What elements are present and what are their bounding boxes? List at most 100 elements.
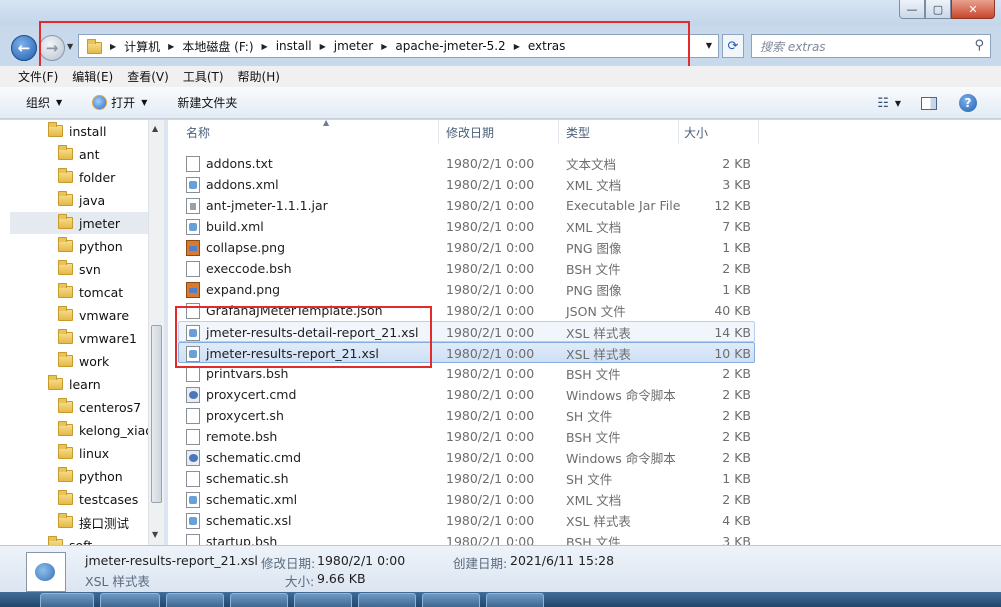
- file-row-selected[interactable]: jmeter-results-report_21.xsl 1980/2/1 0:…: [178, 342, 755, 363]
- menu-tools[interactable]: 工具(T): [183, 68, 224, 85]
- recent-pages-dropdown-icon[interactable]: ▼: [67, 42, 73, 51]
- refresh-button[interactable]: ⟳: [722, 34, 744, 58]
- menu-edit[interactable]: 编辑(E): [72, 68, 113, 85]
- column-header-size[interactable]: 大小: [684, 120, 754, 144]
- file-row[interactable]: proxycert.sh 1980/2/1 0:00 SH 文件 2 KB: [178, 405, 755, 426]
- open-button[interactable]: 打开 ▼: [92, 94, 147, 111]
- column-divider[interactable]: [558, 120, 559, 144]
- sidebar-item-vmware1[interactable]: vmware1: [58, 327, 137, 349]
- xml-file-icon: [186, 176, 200, 193]
- scroll-down-icon[interactable]: ▼: [152, 530, 158, 539]
- address-bar[interactable]: ▶ 计算机 ▶ 本地磁盘 (F:) ▶ install ▶ jmeter ▶ a…: [78, 34, 719, 58]
- maximize-button[interactable]: ▢: [925, 0, 951, 19]
- navigation-scrollbar[interactable]: ▲ ▼: [148, 120, 164, 545]
- taskbar-ie-icon[interactable]: [486, 593, 544, 607]
- file-row[interactable]: remote.bsh 1980/2/1 0:00 BSH 文件 2 KB: [178, 426, 755, 447]
- breadcrumb-separator-icon[interactable]: ▶: [320, 42, 326, 51]
- new-folder-button[interactable]: 新建文件夹: [177, 94, 237, 111]
- file-row[interactable]: schematic.sh 1980/2/1 0:00 SH 文件 1 KB: [178, 468, 755, 489]
- sidebar-item-python-learn[interactable]: python: [58, 465, 123, 487]
- breadcrumb-separator-icon[interactable]: ▶: [110, 42, 116, 51]
- back-button[interactable]: ←: [11, 35, 37, 61]
- file-row[interactable]: execcode.bsh 1980/2/1 0:00 BSH 文件 2 KB: [178, 258, 755, 279]
- view-options-icon[interactable]: ☷: [877, 96, 889, 111]
- file-row[interactable]: printvars.bsh 1980/2/1 0:00 BSH 文件 2 KB: [178, 363, 755, 384]
- file-row[interactable]: schematic.xml 1980/2/1 0:00 XML 文档 2 KB: [178, 489, 755, 510]
- file-row[interactable]: addons.txt 1980/2/1 0:00 文本文档 2 KB: [178, 153, 755, 174]
- scroll-up-icon[interactable]: ▲: [152, 124, 158, 133]
- breadcrumb-jmeter[interactable]: jmeter: [334, 39, 373, 53]
- sidebar-item-work[interactable]: work: [58, 350, 109, 372]
- sidebar-item-jmeter[interactable]: jmeter: [10, 212, 148, 234]
- preview-pane-icon[interactable]: [921, 96, 937, 110]
- forward-button[interactable]: →: [39, 35, 65, 61]
- taskbar-app-icon[interactable]: [166, 593, 224, 607]
- column-header-date[interactable]: 修改日期: [446, 120, 556, 144]
- sidebar-item-kelong-xiao[interactable]: kelong_xiao: [58, 419, 153, 441]
- sidebar-item-ant[interactable]: ant: [58, 143, 99, 165]
- sidebar-item-testcases[interactable]: testcases: [58, 488, 138, 510]
- breadcrumb-computer[interactable]: 计算机: [124, 38, 160, 55]
- sidebar-item-linux[interactable]: linux: [58, 442, 109, 464]
- sidebar-item-svn[interactable]: svn: [58, 258, 101, 280]
- file-row[interactable]: expand.png 1980/2/1 0:00 PNG 图像 1 KB: [178, 279, 755, 300]
- sidebar-item-soft[interactable]: soft: [48, 534, 92, 545]
- folder-icon: [58, 467, 73, 482]
- search-input[interactable]: 搜索 extras ⚲: [751, 34, 991, 58]
- file-row[interactable]: proxycert.cmd 1980/2/1 0:00 Windows 命令脚本…: [178, 384, 755, 405]
- sidebar-item-install[interactable]: install: [48, 120, 106, 142]
- sidebar-item-label: python: [79, 468, 123, 484]
- scrollbar-thumb[interactable]: [151, 325, 162, 503]
- file-row[interactable]: startup.bsh 1980/2/1 0:00 BSH 文件 3 KB: [178, 531, 755, 545]
- taskbar-explorer-icon[interactable]: [100, 593, 160, 607]
- sidebar-item-tomcat[interactable]: tomcat: [58, 281, 123, 303]
- breadcrumb-separator-icon[interactable]: ▶: [381, 42, 387, 51]
- menu-view[interactable]: 查看(V): [127, 68, 169, 85]
- breadcrumb-separator-icon[interactable]: ▶: [168, 42, 174, 51]
- sidebar-item-centeros7[interactable]: centeros7: [58, 396, 141, 418]
- sidebar-item-folder[interactable]: folder: [58, 166, 115, 188]
- breadcrumb-apache-jmeter[interactable]: apache-jmeter-5.2: [395, 39, 505, 53]
- jar-file-icon: [186, 197, 200, 214]
- chevron-down-icon[interactable]: ▼: [895, 99, 901, 108]
- taskbar-java-icon[interactable]: [422, 593, 480, 607]
- column-header-type[interactable]: 类型: [566, 120, 676, 144]
- file-row[interactable]: build.xml 1980/2/1 0:00 XML 文档 7 KB: [178, 216, 755, 237]
- taskbar-terminal-icon[interactable]: [358, 593, 416, 607]
- column-divider[interactable]: [758, 120, 759, 144]
- file-row[interactable]: schematic.cmd 1980/2/1 0:00 Windows 命令脚本…: [178, 447, 755, 468]
- sidebar-item-learn[interactable]: learn: [48, 373, 101, 395]
- minimize-button[interactable]: —: [899, 0, 925, 19]
- breadcrumb-separator-icon[interactable]: ▶: [514, 42, 520, 51]
- file-row[interactable]: jmeter-results-detail-report_21.xsl 1980…: [178, 321, 755, 342]
- file-size: 1 KB: [722, 240, 751, 255]
- menu-file[interactable]: 文件(F): [18, 68, 58, 85]
- column-header-name[interactable]: 名称 ▲: [186, 120, 436, 144]
- taskbar-app-icon[interactable]: [230, 593, 288, 607]
- menu-help[interactable]: 帮助(H): [238, 68, 280, 85]
- sidebar-item-python[interactable]: python: [58, 235, 123, 257]
- sidebar-item-label: python: [79, 238, 123, 254]
- file-row[interactable]: collapse.png 1980/2/1 0:00 PNG 图像 1 KB: [178, 237, 755, 258]
- organize-button[interactable]: 组织 ▼: [26, 94, 62, 111]
- help-icon[interactable]: ?: [959, 94, 977, 112]
- sidebar-item-vmware[interactable]: vmware: [58, 304, 129, 326]
- sidebar-item-api-test[interactable]: 接口测试: [58, 511, 129, 533]
- file-row[interactable]: addons.xml 1980/2/1 0:00 XML 文档 3 KB: [178, 174, 755, 195]
- address-dropdown-icon[interactable]: ▼: [706, 41, 712, 50]
- breadcrumb-install[interactable]: install: [276, 39, 312, 53]
- sidebar-item-java[interactable]: java: [58, 189, 105, 211]
- search-icon[interactable]: ⚲: [974, 38, 984, 53]
- taskbar-app-icon[interactable]: [294, 593, 352, 607]
- column-divider[interactable]: [678, 120, 679, 144]
- breadcrumb-separator-icon[interactable]: ▶: [262, 42, 268, 51]
- close-button[interactable]: ✕: [951, 0, 995, 19]
- breadcrumb-drive-f[interactable]: 本地磁盘 (F:): [182, 38, 253, 55]
- taskbar-app-icon[interactable]: [40, 593, 94, 607]
- column-divider[interactable]: [438, 120, 439, 144]
- file-row[interactable]: GrafanaJMeterTemplate.json 1980/2/1 0:00…: [178, 300, 755, 321]
- tray-icons[interactable]: [600, 593, 1000, 607]
- breadcrumb-extras[interactable]: extras: [528, 39, 566, 53]
- file-row[interactable]: schematic.xsl 1980/2/1 0:00 XSL 样式表 4 KB: [178, 510, 755, 531]
- file-row[interactable]: ant-jmeter-1.1.1.jar 1980/2/1 0:00 Execu…: [178, 195, 755, 216]
